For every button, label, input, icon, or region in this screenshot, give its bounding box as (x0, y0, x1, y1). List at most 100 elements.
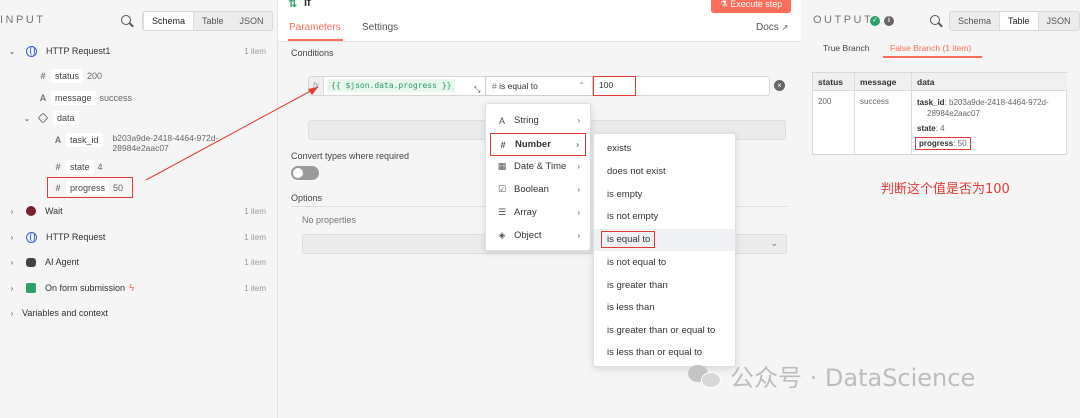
docs-link[interactable]: Docs ↗ (756, 22, 788, 33)
input-view-schema[interactable]: Schema (143, 12, 195, 30)
type-menu-array[interactable]: ☰ Array › (486, 201, 590, 224)
state-key: state (917, 124, 936, 133)
type-menu: A String › # Number › ▦ Date & Time › ☑ … (485, 103, 591, 251)
type-menu-datetime[interactable]: ▦ Date & Time › (486, 155, 590, 178)
input-title: INPUT (0, 14, 46, 26)
field-status[interactable]: # status 200 (37, 67, 102, 85)
chevron-right-icon[interactable]: › (7, 284, 17, 293)
operator-label: is equal to (601, 231, 656, 248)
field-data[interactable]: ⌄ data (22, 109, 79, 127)
operator-select[interactable]: # is equal to ⌃ (485, 76, 593, 96)
type-menu-number[interactable]: # Number › (490, 133, 586, 156)
output-title: OUTPUT (813, 14, 874, 26)
watermark-text: 公众号 · DataScience (730, 364, 976, 392)
no-properties-text: No properties (302, 215, 357, 225)
tab-settings[interactable]: Settings (362, 22, 398, 33)
type-label: Number (515, 139, 551, 150)
options-label: Options (291, 193, 323, 203)
chevron-right-icon[interactable]: › (7, 258, 17, 267)
input-node-ai-agent[interactable]: › AI Agent 1 item (0, 251, 278, 273)
operator-does-not-exist[interactable]: does not exist (594, 161, 735, 183)
column-header-status: status (813, 73, 855, 91)
operator-menu: exists does not exist is empty is not em… (593, 133, 736, 367)
robot-icon (26, 257, 36, 267)
item-count: 1 item (244, 257, 266, 267)
field-label[interactable]: status (51, 69, 84, 83)
remove-condition-icon[interactable]: × (774, 80, 785, 91)
input-node-http-request1[interactable]: ⌄ HTTP Request1 1 item (0, 40, 278, 62)
input-node-wait[interactable]: › Wait 1 item (0, 200, 278, 222)
input-node-http-request[interactable]: › HTTP Request 1 item (0, 226, 278, 248)
output-view-json[interactable]: JSON (1039, 12, 1079, 30)
input-node-form-submission[interactable]: › On form submission ϟ 1 item (0, 277, 278, 299)
fx-icon: fx (309, 77, 324, 95)
task-id-value-line1: : b203a9de-2418-4464-972d- (944, 98, 1049, 107)
chevron-right-icon: › (577, 185, 580, 194)
tab-parameters[interactable]: Parameters (289, 22, 341, 33)
cell-status: 200 (818, 97, 832, 106)
tab-true-branch[interactable]: True Branch (823, 43, 869, 53)
column-divider (854, 91, 855, 155)
operator-is-equal-to[interactable]: is equal to (594, 229, 735, 251)
operator-greater-or-equal[interactable]: is greater than or equal to (594, 320, 735, 342)
type-label: String (514, 115, 539, 126)
search-icon[interactable] (121, 15, 133, 27)
chevron-down-icon[interactable]: ⌄ (22, 114, 32, 123)
chevron-right-icon[interactable]: › (7, 309, 17, 318)
input-view-table[interactable]: Table (194, 12, 232, 30)
operator-exists[interactable]: exists (594, 138, 735, 160)
convert-types-toggle[interactable] (291, 166, 319, 180)
input-view-toggle: Schema Table JSON (142, 11, 273, 31)
type-menu-object[interactable]: ◈ Object › (486, 224, 590, 247)
drag-icon: ⤡ (474, 85, 481, 94)
flask-icon: ⚗ (719, 0, 731, 9)
variables-context[interactable]: › Variables and context (0, 302, 278, 324)
field-label[interactable]: message (51, 91, 96, 105)
type-menu-string[interactable]: A String › (486, 109, 590, 132)
operator-is-empty[interactable]: is empty (594, 184, 735, 206)
task-id-line1: b203a9de-2418-4464-972d- (112, 133, 219, 143)
operator-is-not-equal-to[interactable]: is not equal to (594, 252, 735, 274)
field-label[interactable]: data (53, 111, 79, 125)
operator-is-not-empty[interactable]: is not empty (594, 206, 735, 228)
field-state[interactable]: # state 4 (52, 158, 103, 176)
type-menu-boolean[interactable]: ☑ Boolean › (486, 178, 590, 201)
column-header-message: message (855, 73, 912, 91)
bolt-icon: ϟ (129, 282, 135, 294)
field-label[interactable]: task_id (66, 133, 103, 147)
task-id-key: task_id (917, 98, 945, 107)
output-view-schema[interactable]: Schema (950, 12, 999, 30)
watermark: 公众号 · DataScience (688, 358, 975, 393)
field-value: 200 (87, 71, 103, 81)
field-task-id[interactable]: A task_id b203a9de-2418-4464-972d- 28984… (52, 133, 218, 159)
object-type-icon (37, 112, 49, 124)
node-name: AI Agent (45, 257, 80, 267)
active-tab-indicator (288, 39, 343, 41)
cell-progress: progress: 50 (915, 137, 971, 150)
cell-task-id: task_id: b203a9de-2418-4464-972d- 28984e… (917, 97, 1049, 119)
item-count: 1 item (244, 206, 266, 216)
search-icon[interactable] (930, 15, 942, 27)
execute-step-button[interactable]: ⚗ Execute step (711, 0, 791, 13)
progress-value: : 50 (953, 139, 967, 148)
chevron-right-icon[interactable]: › (7, 207, 17, 216)
chevron-right-icon: › (577, 162, 580, 171)
expression-field[interactable]: {{ $json.data.progress }} (327, 79, 456, 92)
tab-false-branch[interactable]: False Branch (1 item) (890, 43, 971, 53)
operator-is-less-than[interactable]: is less than (594, 297, 735, 319)
wechat-logo-icon (688, 363, 722, 389)
info-icon[interactable]: i (884, 16, 894, 26)
field-message[interactable]: A message success (37, 89, 132, 107)
field-label[interactable]: state (66, 160, 94, 174)
chevron-down-icon[interactable]: ⌄ (7, 47, 17, 56)
number-type-icon: # (55, 162, 61, 172)
compare-value-input[interactable]: 100 (593, 76, 636, 96)
globe-icon (26, 45, 37, 57)
operator-is-greater-than[interactable]: is greater than (594, 275, 735, 297)
external-link-icon: ↗ (781, 23, 789, 32)
output-view-table[interactable]: Table (999, 12, 1039, 30)
input-view-json[interactable]: JSON (232, 12, 272, 30)
operator-value: is equal to (499, 81, 538, 91)
chevron-right-icon[interactable]: › (7, 233, 17, 242)
wait-icon (26, 206, 36, 216)
